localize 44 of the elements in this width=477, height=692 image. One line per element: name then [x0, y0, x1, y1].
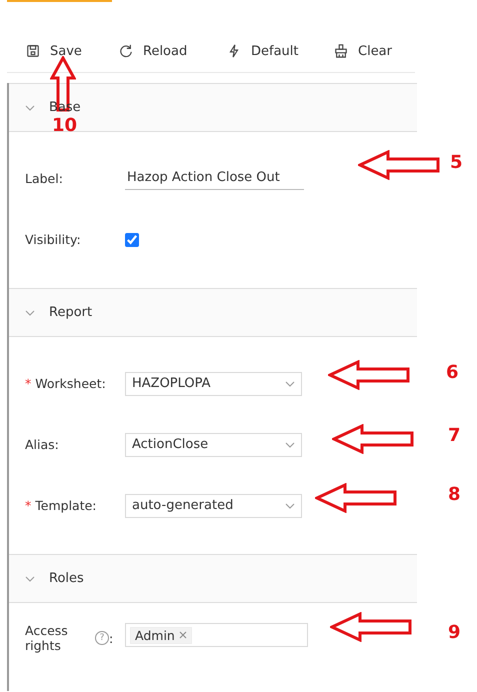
- chevron-down-icon: [285, 442, 295, 448]
- broom-icon: [334, 44, 348, 58]
- field-label-text: Worksheet:: [35, 376, 106, 391]
- chevron-icon: [25, 576, 35, 582]
- tag: Admin: [130, 626, 192, 644]
- annotation-number: 6: [446, 362, 459, 383]
- reload-icon: [119, 44, 133, 58]
- chevron-icon: [25, 104, 35, 110]
- field-label-text: Alias:: [25, 437, 59, 452]
- arrow-left-icon: [330, 612, 412, 642]
- arrow-left-icon: [332, 424, 414, 454]
- chevron-down-icon: [285, 502, 295, 508]
- chevron-icon: [25, 310, 35, 316]
- visibility-checkbox[interactable]: [125, 232, 139, 246]
- required-mark: *: [25, 498, 32, 513]
- section-header[interactable]: Report: [9, 288, 417, 337]
- save-icon: [26, 44, 40, 58]
- annotation-number: 8: [448, 484, 461, 505]
- annotation-number: 7: [448, 425, 461, 446]
- colon: :: [109, 630, 114, 646]
- chevron-down-icon: [285, 380, 295, 386]
- section-title: Report: [49, 305, 92, 320]
- annotation-number: 9: [448, 622, 461, 643]
- section-header[interactable]: Roles: [9, 554, 417, 603]
- arrow-left-icon: [315, 483, 397, 513]
- toolbar-button[interactable]: Save: [7, 38, 100, 64]
- toolbar-button[interactable]: Clear: [315, 38, 415, 64]
- select-field[interactable]: ActionClose: [125, 432, 302, 456]
- annotation-number: 5: [450, 152, 463, 173]
- lightning-icon: [227, 44, 241, 58]
- select-field[interactable]: HAZOPLOPA: [125, 372, 302, 396]
- arrow-left-icon: [358, 150, 440, 180]
- toolbar-button[interactable]: Default: [208, 38, 315, 64]
- toolbar-button[interactable]: Reload: [100, 38, 208, 64]
- field-label: Visibility:: [25, 232, 82, 247]
- section-title: Roles: [49, 571, 84, 586]
- field-label-text: Template:: [35, 498, 96, 513]
- tags-field[interactable]: Admin: [125, 623, 308, 647]
- arrow-left-icon: [328, 360, 410, 390]
- field-label: Label:: [25, 171, 64, 186]
- close-icon[interactable]: [178, 631, 187, 639]
- field-label: Access rights: [25, 623, 69, 653]
- required-mark: *: [25, 376, 32, 391]
- select-field[interactable]: auto-generated: [125, 494, 302, 518]
